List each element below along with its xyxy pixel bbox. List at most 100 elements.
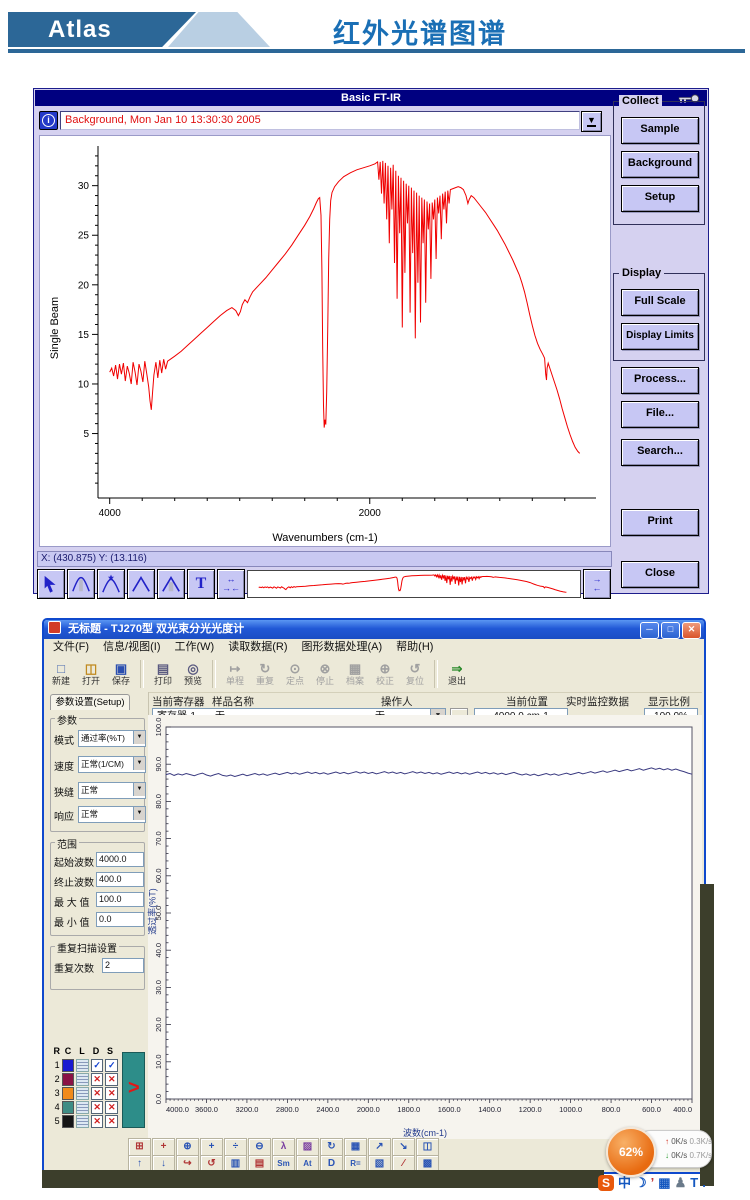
select-tool-button[interactable] xyxy=(37,569,65,599)
sogou-icon[interactable]: S xyxy=(598,1175,614,1191)
graph-tool-row1-11[interactable]: ↘ xyxy=(392,1138,415,1156)
peak-outline-tool-button[interactable] xyxy=(127,569,155,599)
graph-tool-row1-3[interactable]: + xyxy=(200,1138,223,1156)
register-display-checkbox[interactable]: ✕ xyxy=(91,1073,104,1086)
register-style-icon[interactable] xyxy=(76,1115,89,1128)
graph-tool-row1-2[interactable]: ⊕ xyxy=(176,1138,199,1156)
register-style-icon[interactable] xyxy=(76,1073,89,1086)
peak-pick-tool-button[interactable] xyxy=(97,569,125,599)
spectrum-dropdown-button[interactable]: ▼ xyxy=(581,111,602,132)
sample-button[interactable]: Sample xyxy=(621,117,699,144)
toolbar-button-新建[interactable]: □新建 xyxy=(46,662,76,686)
punctuation-icon[interactable]: ’ xyxy=(651,1175,655,1191)
menu-item-0[interactable]: 文件(F) xyxy=(46,639,96,655)
info-icon[interactable]: i xyxy=(39,111,58,130)
register-style-icon[interactable] xyxy=(76,1059,89,1072)
dot-icon[interactable]: . xyxy=(702,1175,706,1191)
menu-item-4[interactable]: 图形数据处理(A) xyxy=(295,639,390,655)
toolbar-button-保存[interactable]: ▣保存 xyxy=(106,662,136,686)
print-button[interactable]: Print xyxy=(621,509,699,536)
search-button[interactable]: Search... xyxy=(621,439,699,466)
shirt-icon[interactable]: T xyxy=(690,1175,698,1191)
toolbar-button-档案: ▦档案 xyxy=(340,662,370,686)
graph-tool-row1-12[interactable]: ◫ xyxy=(416,1138,439,1156)
register-style-icon[interactable] xyxy=(76,1101,89,1114)
display-limits-button[interactable]: Display Limits xyxy=(621,323,699,350)
repeat-count-input[interactable]: 2 xyxy=(102,958,144,973)
graph-tool-row1-6[interactable]: λ xyxy=(272,1138,295,1156)
toolbar-button-打印[interactable]: ▤打印 xyxy=(148,662,178,686)
fit-x-button[interactable]: ↔ →← xyxy=(217,569,245,599)
register-save-checkbox[interactable]: ✕ xyxy=(105,1087,118,1100)
text-tool-button[interactable]: T xyxy=(187,569,215,599)
register-display-checkbox[interactable]: ✕ xyxy=(91,1115,104,1128)
register-color-swatch[interactable] xyxy=(62,1073,75,1086)
graph-tool-row1-4[interactable]: ÷ xyxy=(224,1138,247,1156)
scroll-spectrum-button[interactable]: → ← xyxy=(583,569,611,599)
peak-area-tool-button[interactable] xyxy=(157,569,185,599)
setup-tab[interactable]: 参数设置(Setup) xyxy=(50,694,130,710)
graph-tool-row1-5[interactable]: ⊖ xyxy=(248,1138,271,1156)
toolbar-button-预览[interactable]: ◎预览 xyxy=(178,662,208,686)
register-index: 2 xyxy=(52,1074,60,1084)
max-value-input[interactable]: 100.0 xyxy=(96,892,144,907)
desktop-sliver-bottom xyxy=(42,1170,604,1188)
menu-item-2[interactable]: 工作(W) xyxy=(168,639,222,655)
start-wavenumber-input[interactable]: 4000.0 xyxy=(96,852,144,867)
close-window-button[interactable]: ✕ xyxy=(682,622,701,639)
register-style-icon[interactable] xyxy=(76,1087,89,1100)
maximize-button[interactable]: □ xyxy=(661,622,680,639)
ftir-titlebar[interactable]: Basic FT-IR xyxy=(35,90,707,106)
ime-chinese-icon[interactable]: 中 xyxy=(618,1175,631,1191)
register-color-swatch[interactable] xyxy=(62,1059,75,1072)
menu-item-1[interactable]: 信息/视图(I) xyxy=(96,639,167,655)
close-button[interactable]: Close xyxy=(621,561,699,588)
speed-label: 速度 xyxy=(54,758,74,773)
menu-item-3[interactable]: 读取数据(R) xyxy=(221,639,294,655)
register-save-checkbox[interactable]: ✓ xyxy=(105,1059,118,1072)
process-button[interactable]: Process... xyxy=(621,367,699,394)
menu-item-5[interactable]: 帮助(H) xyxy=(389,639,440,655)
spectrum-title-field[interactable]: Background, Mon Jan 10 13:30:30 2005 xyxy=(60,111,580,130)
window-controls: ─ □ ✕ xyxy=(640,622,701,639)
moon-icon[interactable]: ☽ xyxy=(635,1175,647,1191)
background-button[interactable]: Background xyxy=(621,151,699,178)
person-icon[interactable]: ♟ xyxy=(675,1175,687,1191)
register-color-swatch[interactable] xyxy=(62,1115,75,1128)
apply-chevron-button[interactable]: > xyxy=(122,1052,145,1128)
end-wavenumber-input[interactable]: 400.0 xyxy=(96,872,144,887)
tj-titlebar[interactable]: 无标题 - TJ270型 双光束分光光度计 ─ □ ✕ xyxy=(44,620,704,639)
register-color-swatch[interactable] xyxy=(62,1087,75,1100)
register-display-checkbox[interactable]: ✕ xyxy=(91,1087,104,1100)
register-display-checkbox[interactable]: ✓ xyxy=(91,1059,104,1072)
minimize-button[interactable]: ─ xyxy=(640,622,659,639)
graph-tool-row1-9[interactable]: ▦ xyxy=(344,1138,367,1156)
graph-tool-row1-1[interactable]: + xyxy=(152,1138,175,1156)
register-color-swatch[interactable] xyxy=(62,1101,75,1114)
progress-badge[interactable]: 62% xyxy=(606,1127,656,1177)
toolbar-button-退出[interactable]: ⇒退出 xyxy=(442,662,472,686)
tj270-window: 无标题 - TJ270型 双光束分光光度计 ─ □ ✕ 文件(F)信息/视图(I… xyxy=(42,618,706,1174)
graph-tool-row1-10[interactable]: ↗ xyxy=(368,1138,391,1156)
setup-button[interactable]: Setup xyxy=(621,185,699,212)
speed-select[interactable]: 正常(1/CM)▼ xyxy=(78,756,146,773)
spectrum-overview-strip[interactable] xyxy=(247,570,581,598)
soft-keyboard-icon[interactable]: ▦ xyxy=(658,1175,670,1191)
graph-tool-row1-8[interactable]: ↻ xyxy=(320,1138,343,1156)
full-scale-button[interactable]: Full Scale xyxy=(621,289,699,316)
peak-width-tool-button[interactable] xyxy=(67,569,95,599)
graph-tool-row1-0[interactable]: ⊞ xyxy=(128,1138,151,1156)
slit-select[interactable]: 正常▼ xyxy=(78,782,146,799)
register-save-checkbox[interactable]: ✕ xyxy=(105,1115,118,1128)
register-display-checkbox[interactable]: ✕ xyxy=(91,1101,104,1114)
min-value-input[interactable]: 0.0 xyxy=(96,912,144,927)
response-select[interactable]: 正常▼ xyxy=(78,806,146,823)
ftir-window-title: Basic FT-IR xyxy=(341,92,401,104)
register-save-checkbox[interactable]: ✕ xyxy=(105,1073,118,1086)
toolbar-button-打开[interactable]: ◫打开 xyxy=(76,662,106,686)
toolbar-label: 重复 xyxy=(250,676,280,686)
register-save-checkbox[interactable]: ✕ xyxy=(105,1101,118,1114)
file-button[interactable]: File... xyxy=(621,401,699,428)
mode-select[interactable]: 通过率(%T)▼ xyxy=(78,730,146,747)
graph-tool-row1-7[interactable]: ▨ xyxy=(296,1138,319,1156)
